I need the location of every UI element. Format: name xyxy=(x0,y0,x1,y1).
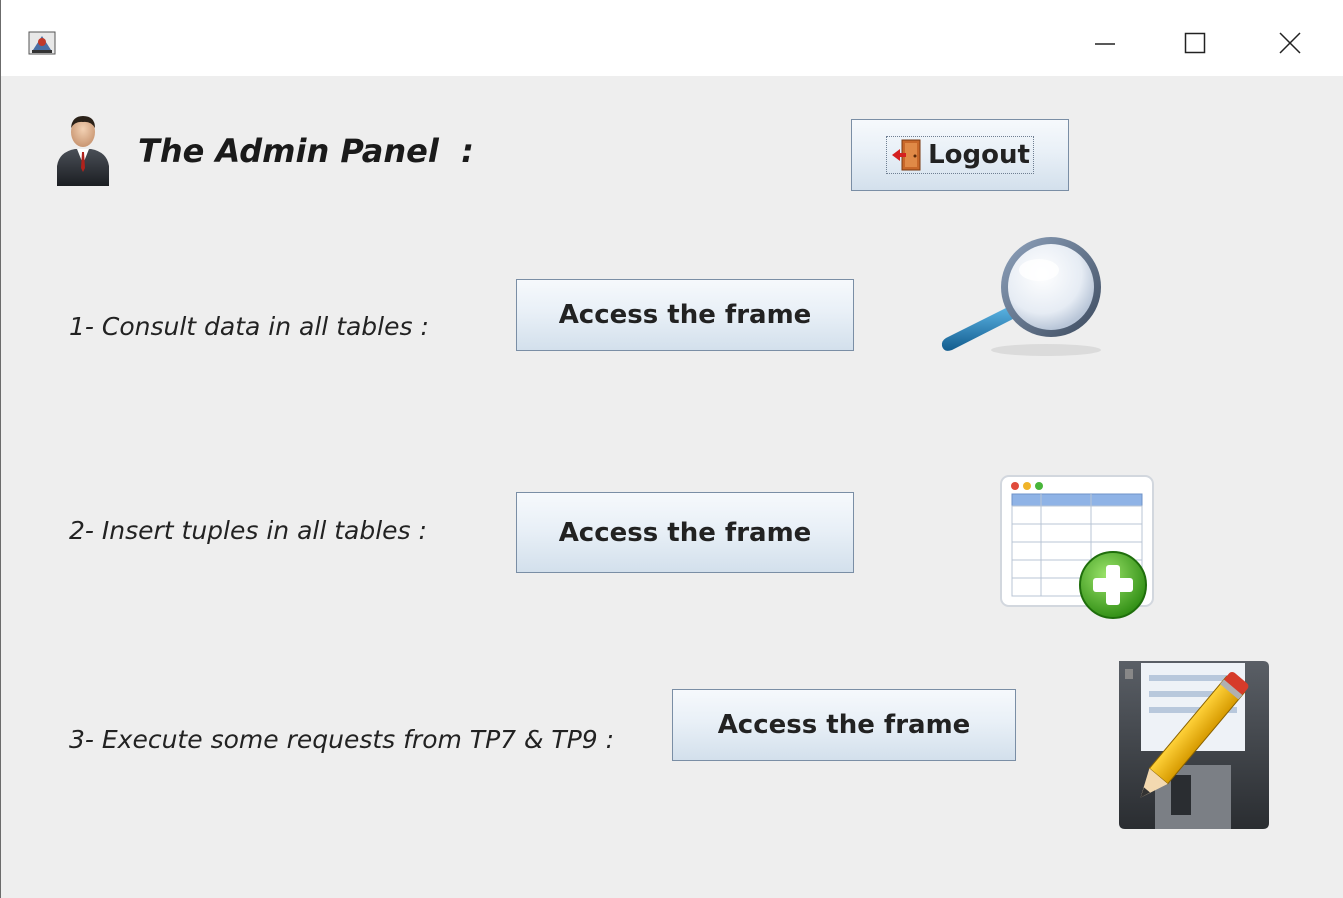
execute-access-frame-button[interactable]: Access the frame xyxy=(672,689,1016,761)
table-add-icon xyxy=(1000,475,1154,619)
title-bar xyxy=(1,0,1343,76)
close-icon xyxy=(1279,32,1301,54)
page-title: The Admin Panel : xyxy=(138,132,474,170)
java-app-icon xyxy=(28,31,56,55)
insert-tuples-label: 2- Insert tuples in all tables : xyxy=(69,516,427,545)
admin-panel-window: The Admin Panel : Logout 1- Consult data… xyxy=(0,0,1343,898)
minimize-button[interactable] xyxy=(1082,20,1128,66)
floppy-edit-icon xyxy=(1119,661,1269,829)
exit-door-icon xyxy=(892,139,921,171)
minimize-icon xyxy=(1095,43,1115,45)
consult-access-frame-button[interactable]: Access the frame xyxy=(516,279,854,351)
magnifier-icon xyxy=(941,237,1101,356)
execute-requests-label: 3- Execute some requests from TP7 & TP9 … xyxy=(69,725,615,754)
logout-button[interactable]: Logout xyxy=(851,119,1069,191)
admin-user-icon xyxy=(57,116,109,186)
maximize-button[interactable] xyxy=(1172,20,1218,66)
maximize-icon xyxy=(1184,32,1206,54)
logout-focus-ring: Logout xyxy=(886,136,1034,174)
logout-label: Logout xyxy=(928,140,1030,170)
insert-access-frame-button[interactable]: Access the frame xyxy=(516,492,854,573)
consult-data-label: 1- Consult data in all tables : xyxy=(69,312,429,341)
close-button[interactable] xyxy=(1267,20,1313,66)
